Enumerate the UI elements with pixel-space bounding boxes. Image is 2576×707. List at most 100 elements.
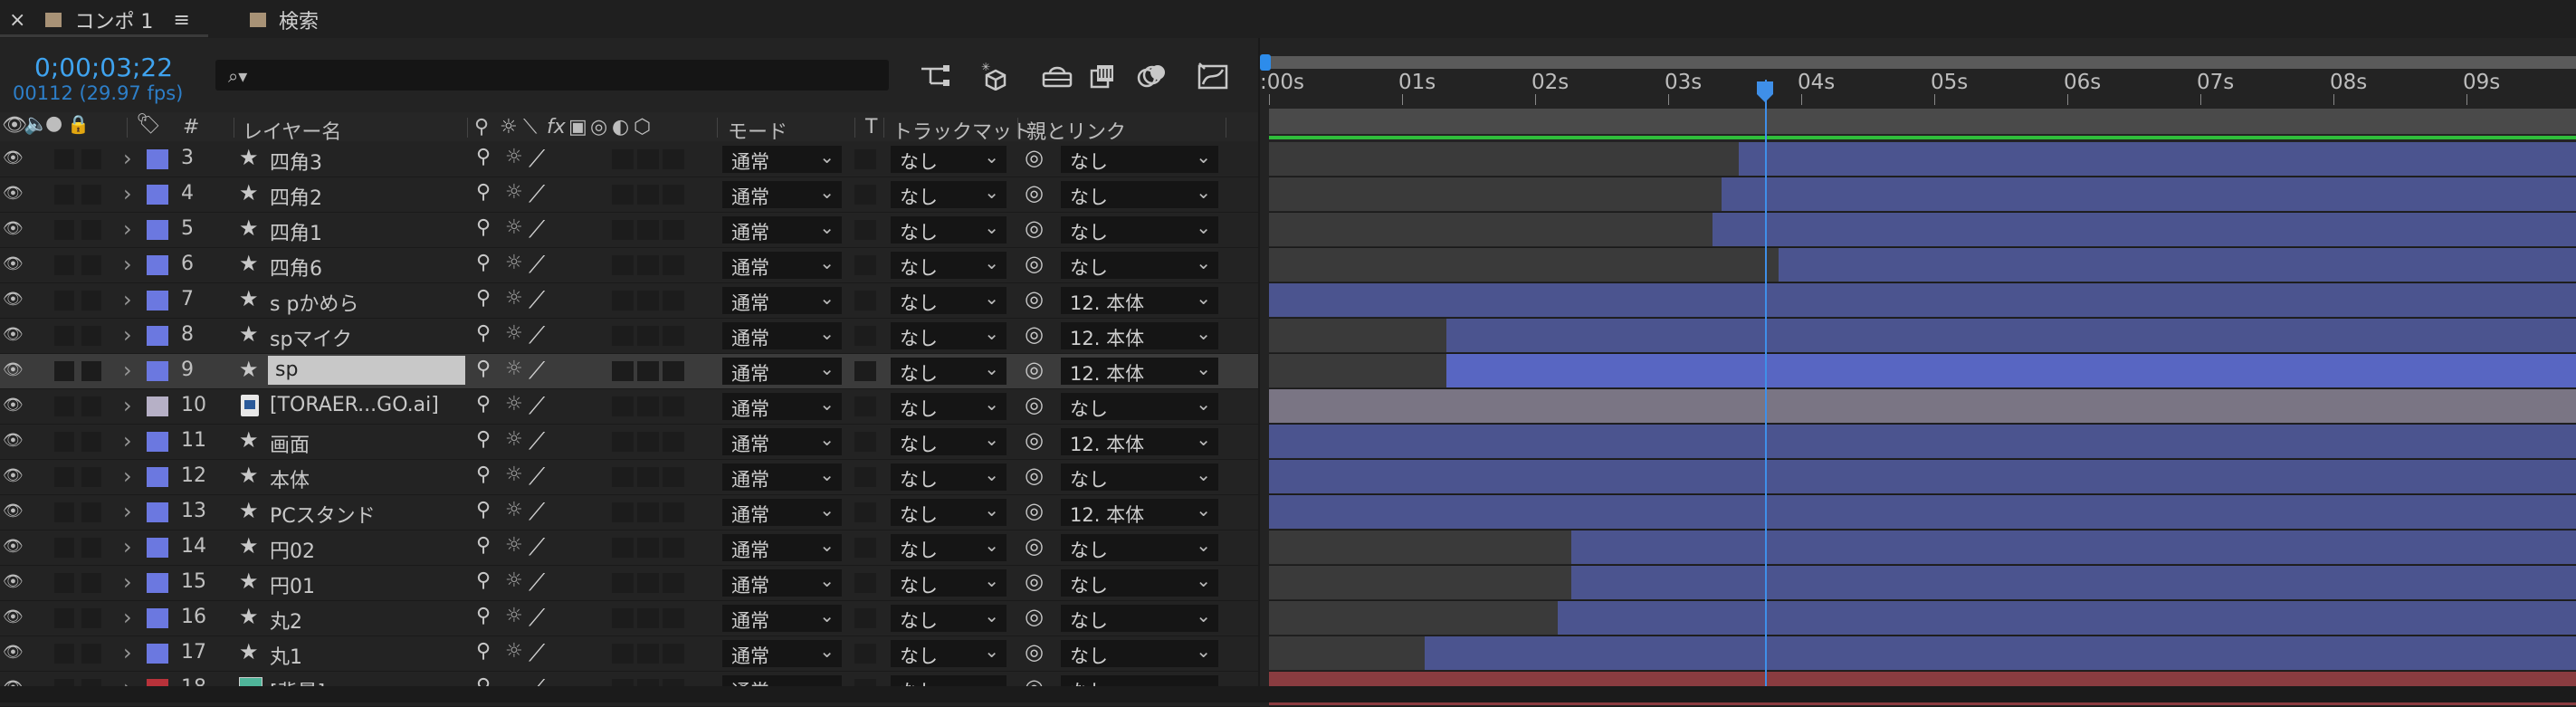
solo-toggle[interactable] xyxy=(54,538,74,558)
lock-toggle[interactable] xyxy=(81,185,101,205)
motion-blur-switch[interactable] xyxy=(637,326,659,346)
mode-dropdown[interactable]: 通常⌄ xyxy=(722,463,842,491)
lock-toggle[interactable] xyxy=(81,573,101,593)
fx-switch[interactable] xyxy=(612,149,634,169)
layer-duration-bar[interactable] xyxy=(1269,283,2576,317)
mode-dropdown[interactable]: 通常⌄ xyxy=(722,146,842,173)
frame-blending-icon[interactable] xyxy=(1084,58,1124,94)
layer-duration-bar[interactable] xyxy=(1446,354,2576,387)
label-color-box[interactable] xyxy=(147,326,168,346)
visibility-eye-icon[interactable]: 👁 xyxy=(3,537,24,556)
solo-toggle[interactable] xyxy=(54,255,74,275)
preserve-transparency-toggle[interactable] xyxy=(854,220,876,240)
fx-switch[interactable] xyxy=(612,502,634,522)
work-area-bar[interactable] xyxy=(1267,56,2576,69)
layer-row[interactable]: 👁 › 6 ★ 四角6 ⚲ ☼ ⟋ 通常 ⌄ なし ⌄ ◎ なし ⌄ xyxy=(0,248,1260,283)
preserve-transparency-toggle[interactable] xyxy=(854,396,876,416)
layer-row[interactable]: 👁 › 8 ★ spマイク ⚲ ☼ ⟋ 通常 ⌄ なし ⌄ ◎ 12. 本体 ⌄ xyxy=(0,319,1260,354)
3d-switch[interactable] xyxy=(663,255,684,275)
fx-switch[interactable] xyxy=(612,538,634,558)
label-color-box[interactable] xyxy=(147,502,168,522)
column-track-matte[interactable]: トラックマット xyxy=(892,116,1032,145)
lock-toggle[interactable] xyxy=(81,502,101,522)
preserve-transparency-toggle[interactable] xyxy=(854,291,876,311)
lock-toggle[interactable] xyxy=(81,538,101,558)
layer-row[interactable]: 👁 › 4 ★ 四角2 ⚲ ☼ ⟋ 通常 ⌄ なし ⌄ ◎ なし ⌄ xyxy=(0,177,1260,213)
quality-switch-icon[interactable]: ⟋ xyxy=(529,569,545,597)
quality-switch-icon[interactable]: ⟋ xyxy=(529,463,545,492)
layer-track[interactable] xyxy=(1269,566,2576,601)
motion-blur-switch[interactable] xyxy=(637,467,659,487)
frame-blend-column-icon[interactable]: ▣ xyxy=(568,116,587,139)
parent-pickwhip-icon[interactable]: ◎ xyxy=(1025,180,1044,205)
layer-name[interactable]: 四角6 xyxy=(270,253,322,282)
tab-search[interactable]: 検索 xyxy=(250,5,319,34)
motion-blur-switch[interactable] xyxy=(637,573,659,593)
layer-name[interactable]: 円02 xyxy=(270,535,315,564)
3d-switch[interactable] xyxy=(663,432,684,452)
layer-row[interactable]: 👁 › 13 ★ PCスタンド ⚲ ☼ ⟋ 通常 ⌄ なし ⌄ ◎ 12. 本体 ⌄ xyxy=(0,495,1260,530)
parent-dropdown[interactable]: 12. 本体 ⌄ xyxy=(1061,287,1218,314)
quality-switch-icon[interactable]: ⟋ xyxy=(529,181,545,209)
layer-name[interactable]: 四角2 xyxy=(270,182,322,211)
shy-switch-icon[interactable]: ⚲ xyxy=(476,428,491,451)
layer-name[interactable]: 四角1 xyxy=(270,217,322,246)
layer-row[interactable]: 👁 › 15 ★ 円01 ⚲ ☼ ⟋ 通常 ⌄ なし ⌄ ◎ なし ⌄ xyxy=(0,566,1260,601)
track-matte-dropdown[interactable]: なし⌄ xyxy=(891,569,1007,597)
parent-pickwhip-icon[interactable]: ◎ xyxy=(1025,321,1044,347)
layer-name[interactable]: 画面 xyxy=(270,429,310,458)
3d-switch[interactable] xyxy=(663,396,684,416)
fx-switch[interactable] xyxy=(612,432,634,452)
layer-track[interactable] xyxy=(1269,142,2576,177)
layer-name[interactable]: spマイク xyxy=(270,323,352,352)
quality-column-icon[interactable]: ⟍ xyxy=(523,116,537,139)
label-color-box[interactable] xyxy=(147,608,168,628)
fx-switch[interactable] xyxy=(612,573,634,593)
lock-toggle[interactable] xyxy=(81,326,101,346)
parent-pickwhip-icon[interactable]: ◎ xyxy=(1025,498,1044,523)
lock-toggle[interactable] xyxy=(81,291,101,311)
layer-name[interactable]: [TORAER...GO.ai] xyxy=(270,394,439,416)
quality-switch-icon[interactable]: ⟋ xyxy=(529,499,545,527)
expand-chevron-icon[interactable]: › xyxy=(123,640,132,665)
column-layer-name[interactable]: レイヤー名 xyxy=(243,116,341,145)
visibility-eye-icon[interactable]: 👁 xyxy=(3,502,24,521)
3d-layer-column-icon[interactable]: ⬡ xyxy=(634,116,651,139)
parent-dropdown[interactable]: なし⌄ xyxy=(1061,146,1218,173)
motion-blur-switch[interactable] xyxy=(637,432,659,452)
shy-switch-icon[interactable]: ⚲ xyxy=(476,640,491,663)
parent-pickwhip-icon[interactable]: ◎ xyxy=(1025,639,1044,664)
shy-layers-icon[interactable] xyxy=(1037,58,1077,94)
shy-switch-icon[interactable]: ⚲ xyxy=(476,216,491,239)
lock-toggle[interactable] xyxy=(81,396,101,416)
close-icon[interactable]: × xyxy=(9,9,25,32)
3d-switch[interactable] xyxy=(663,185,684,205)
label-color-box[interactable] xyxy=(147,573,168,593)
preserve-transparency-toggle[interactable] xyxy=(854,608,876,628)
mode-dropdown[interactable]: 通常⌄ xyxy=(722,640,842,667)
track-matte-dropdown[interactable]: なし⌄ xyxy=(891,463,1007,491)
motion-blur-switch[interactable] xyxy=(637,502,659,522)
label-color-box[interactable] xyxy=(147,220,168,240)
layer-duration-bar[interactable] xyxy=(1713,213,2576,246)
preserve-transparency-toggle[interactable] xyxy=(854,467,876,487)
label-color-box[interactable] xyxy=(147,361,168,381)
collapse-switch-icon[interactable]: ☼ xyxy=(505,216,523,239)
lock-toggle[interactable] xyxy=(81,608,101,628)
shy-switch-icon[interactable]: ⚲ xyxy=(476,287,491,310)
layer-name[interactable]: sp xyxy=(275,358,298,381)
fx-switch[interactable] xyxy=(612,644,634,664)
current-time-display[interactable]: 0;00;03;22 xyxy=(34,53,173,82)
preserve-transparency-toggle[interactable] xyxy=(854,255,876,275)
lock-toggle[interactable] xyxy=(81,220,101,240)
layer-duration-bar[interactable] xyxy=(1558,601,2576,635)
track-matte-dropdown[interactable]: なし⌄ xyxy=(891,393,1007,420)
shy-switch-icon[interactable]: ⚲ xyxy=(476,605,491,627)
expand-chevron-icon[interactable]: › xyxy=(123,358,132,383)
mode-dropdown[interactable]: 通常⌄ xyxy=(722,605,842,632)
expand-chevron-icon[interactable]: › xyxy=(123,569,132,595)
motion-blur-switch[interactable] xyxy=(637,361,659,381)
quality-switch-icon[interactable]: ⟋ xyxy=(529,393,545,421)
visibility-eye-icon[interactable]: 👁 xyxy=(3,325,24,344)
shy-switch-icon[interactable]: ⚲ xyxy=(476,534,491,557)
